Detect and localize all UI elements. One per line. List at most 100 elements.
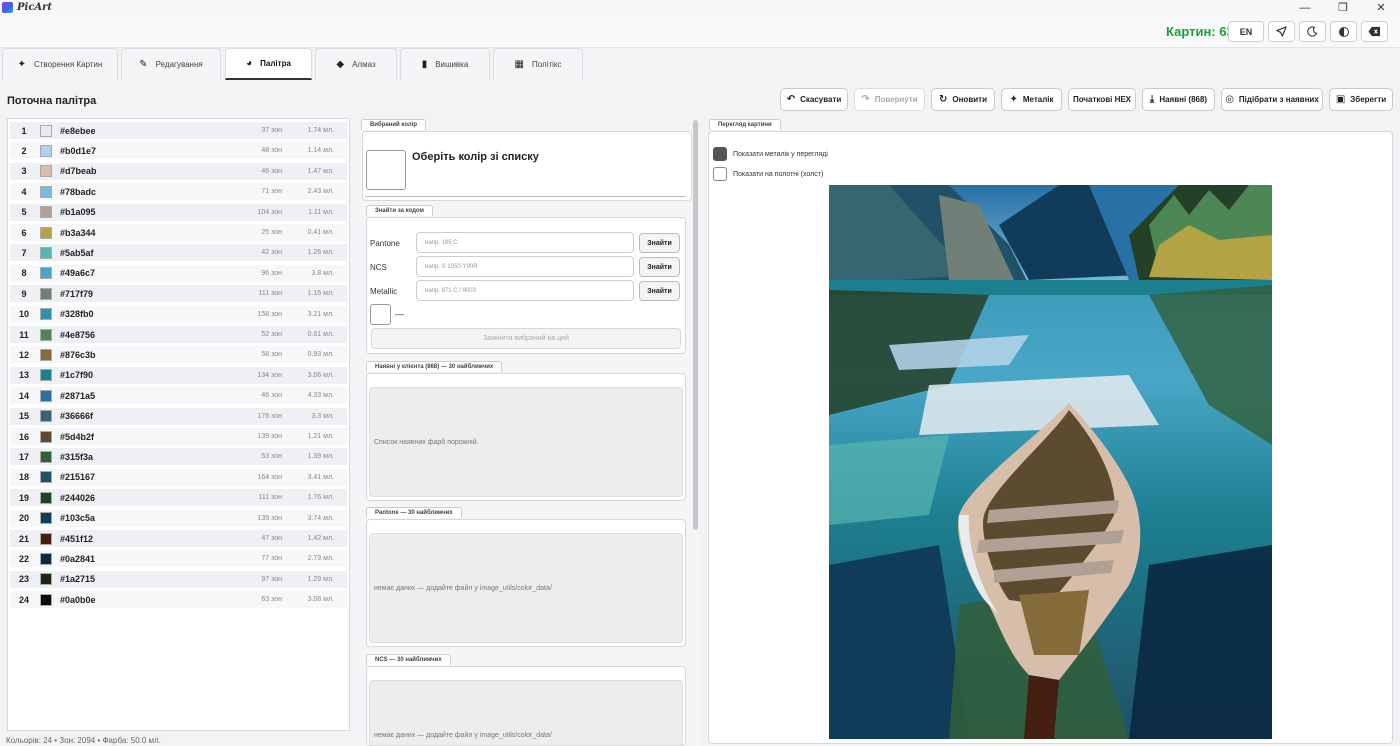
palette-row[interactable]: 17 #315f3a 53 зон 1.39 мл. bbox=[10, 448, 347, 466]
metallic-input[interactable]: напр. 871 C / 8003 bbox=[416, 280, 634, 301]
palette-zones: 25 зон bbox=[261, 229, 282, 236]
tab-create[interactable]: ✦ Створення Картин bbox=[2, 48, 118, 80]
palette-row[interactable]: 4 #78badc 71 зон 2.43 мл. bbox=[10, 183, 347, 201]
palette-hex: #4e8756 bbox=[60, 329, 96, 340]
pantone-find-button[interactable]: Знайти bbox=[639, 233, 680, 253]
palette-index: 19 bbox=[18, 492, 29, 503]
available-button[interactable]: ⤓ Наявні (868) bbox=[1142, 88, 1215, 111]
tab-diamond[interactable]: ◆ Алмаз bbox=[315, 48, 397, 80]
palette-row[interactable]: 3 #d7beab 46 зон 1.47 мл. bbox=[10, 162, 347, 180]
spool-icon: ▮ bbox=[421, 59, 428, 70]
palette-index: 10 bbox=[18, 309, 29, 320]
tab-edit[interactable]: ✎ Редагування bbox=[121, 48, 221, 80]
tab-politics[interactable]: ▦ Політікс bbox=[493, 48, 583, 80]
detail-scrollbar[interactable] bbox=[693, 120, 698, 530]
palette-paint-amount: 0.93 мл. bbox=[307, 351, 334, 359]
palette-zones: 48 зон bbox=[261, 147, 282, 155]
palette-row[interactable]: 18 #215167 164 зон 3.41 мл. bbox=[10, 468, 347, 486]
palette-row[interactable]: 8 #49a6c7 96 зон 3.8 мл. bbox=[10, 264, 347, 282]
pick-available-button[interactable]: ◎ Підібрати з наявних bbox=[1221, 88, 1323, 111]
palette-row[interactable]: 19 #244026 111 зон 1.76 мл. bbox=[10, 489, 347, 507]
refresh-button[interactable]: ↻ Оновити bbox=[931, 88, 995, 111]
palette-row[interactable]: 14 #2871a5 46 зон 4.33 мл. bbox=[10, 387, 347, 405]
metallic-button[interactable]: ✦ Металік bbox=[1001, 88, 1062, 111]
tab-palette[interactable]: ◕ Палітра bbox=[225, 48, 312, 80]
ncs-nearest-list[interactable]: немає даних — додайте файл у image_utils… bbox=[369, 680, 683, 746]
palette-row[interactable]: 6 #b3a344 25 зон 0.41 мл. bbox=[10, 224, 347, 241]
palette-index: 8 bbox=[21, 268, 27, 279]
palette-row[interactable]: 24 #0a0b0e 63 зон 3.08 мл. bbox=[10, 591, 347, 609]
palette-row[interactable]: 13 #1c7f90 134 зон 3.06 мл. bbox=[10, 366, 347, 384]
dark-mode-button[interactable] bbox=[1299, 21, 1326, 42]
show-canvas-label: Показати на полотні (холст) bbox=[733, 171, 824, 178]
palette-row[interactable]: 10 #328fb0 158 зон 3.21 мл. bbox=[10, 305, 347, 323]
backspace-button[interactable] bbox=[1361, 21, 1388, 42]
palette-index: 9 bbox=[21, 288, 27, 299]
metallic-find-button[interactable]: Знайти bbox=[639, 281, 680, 301]
target-icon: ◎ bbox=[1225, 94, 1234, 105]
replace-selected-button[interactable]: Замінити вибраний на цей bbox=[371, 328, 681, 349]
ncs-find-button[interactable]: Знайти bbox=[639, 257, 680, 277]
contrast-icon bbox=[1338, 26, 1349, 37]
palette-row[interactable]: 12 #876c3b 58 зон 0.93 мл. bbox=[10, 346, 347, 364]
palette-row[interactable]: 20 #103c5a 139 зон 3.74 мл. bbox=[10, 509, 347, 527]
initial-hex-button[interactable]: Початкові HEX bbox=[1068, 88, 1136, 111]
palette-row[interactable]: 21 #451f12 47 зон 1.42 мл. bbox=[10, 530, 347, 547]
palette-paint-amount: 2.43 мл. bbox=[307, 188, 334, 196]
palette-hex: #328fb0 bbox=[60, 309, 94, 320]
language-button[interactable]: EN bbox=[1228, 21, 1264, 42]
ncs-input[interactable]: напр. S 1050-Y90R bbox=[416, 256, 634, 277]
save-button[interactable]: ▣ Зберегти bbox=[1329, 88, 1393, 111]
show-metallic-checkbox[interactable] bbox=[713, 147, 727, 161]
cancel-button[interactable]: ↶ Скасувати bbox=[780, 88, 848, 111]
palette-hex: #78badc bbox=[60, 186, 97, 197]
top-bar: Картин: 63 EN bbox=[0, 15, 1400, 48]
palette-swatch bbox=[40, 267, 52, 280]
theme-button[interactable] bbox=[1330, 21, 1357, 42]
palette-row[interactable]: 11 #4e8756 52 зон 0.61 мл. bbox=[10, 326, 347, 343]
redo-button[interactable]: ↷ Повернути bbox=[854, 88, 925, 111]
palette-paint-amount: 1.21 мл. bbox=[307, 433, 334, 440]
palette-hex: #b0d1e7 bbox=[60, 145, 97, 156]
pictures-count: Картин: 63 bbox=[1166, 24, 1234, 39]
palette-row[interactable]: 9 #717f79 111 зон 1.16 мл. bbox=[10, 285, 347, 303]
palette-row[interactable]: 5 #b1a095 104 зон 1.11 мл. bbox=[10, 203, 347, 221]
palette-row[interactable]: 2 #b0d1e7 48 зон 1.14 мл. bbox=[10, 142, 347, 160]
restore-button[interactable]: ❐ bbox=[1324, 0, 1362, 15]
palette-swatch bbox=[40, 165, 52, 178]
show-canvas-checkbox[interactable] bbox=[713, 167, 727, 181]
palette-row[interactable]: 22 #0a2841 77 зон 2.73 мл. bbox=[10, 550, 347, 568]
palette-zones: 176 зон bbox=[257, 412, 282, 420]
palette-swatch bbox=[40, 450, 52, 463]
palette-paint-amount: 1.11 мл. bbox=[308, 208, 334, 216]
pantone-input[interactable]: напр. 185 C bbox=[416, 232, 634, 253]
palette-row[interactable]: 1 #e8ebee 37 зон 1.74 мл. bbox=[10, 122, 347, 139]
backspace-icon bbox=[1368, 26, 1380, 37]
palette-hex: #215167 bbox=[60, 472, 96, 483]
button-label: Скасувати bbox=[800, 95, 842, 104]
button-label: Початкові HEX bbox=[1072, 95, 1132, 104]
palette-swatch bbox=[40, 430, 52, 443]
palette-swatch bbox=[40, 308, 52, 321]
palette-row[interactable]: 23 #1a2715 97 зон 1.29 мл. bbox=[10, 570, 347, 588]
palette-row[interactable]: 16 #5d4b2f 139 зон 1.21 мл. bbox=[10, 428, 347, 445]
palette-hex: #103c5a bbox=[60, 513, 96, 524]
find-by-code-group-label: Знайти за кодом bbox=[366, 205, 433, 216]
client-available-group-label: Наявні у клієнта (868) — 30 найближчих bbox=[366, 361, 503, 372]
palette-index: 13 bbox=[18, 370, 29, 381]
palette-paint-amount: 0.41 мл. bbox=[307, 229, 334, 236]
palette-paint-amount: 4.33 мл. bbox=[307, 392, 334, 400]
pantone-nearest-list[interactable]: немає даних — додайте файл у image_utils… bbox=[369, 533, 683, 643]
painting-preview-image bbox=[829, 185, 1272, 739]
navigate-button[interactable] bbox=[1268, 21, 1295, 42]
palette-zones: 52 зон bbox=[261, 331, 282, 338]
client-available-list[interactable]: Список наявних фарб порожній. bbox=[369, 387, 683, 497]
palette-index: 17 bbox=[18, 451, 29, 462]
tab-embroidery[interactable]: ▮ Вишивка bbox=[400, 48, 490, 80]
palette-row[interactable]: 15 #36666f 176 зон 3.3 мл. bbox=[10, 407, 347, 425]
palette-row[interactable]: 7 #5ab5af 42 зон 1.26 мл. bbox=[10, 244, 347, 262]
palette-zones: 77 зон bbox=[261, 555, 282, 563]
tab-label: Редагування bbox=[155, 60, 203, 69]
minimize-button[interactable]: — bbox=[1286, 0, 1324, 15]
close-button[interactable]: ✕ bbox=[1362, 0, 1400, 15]
